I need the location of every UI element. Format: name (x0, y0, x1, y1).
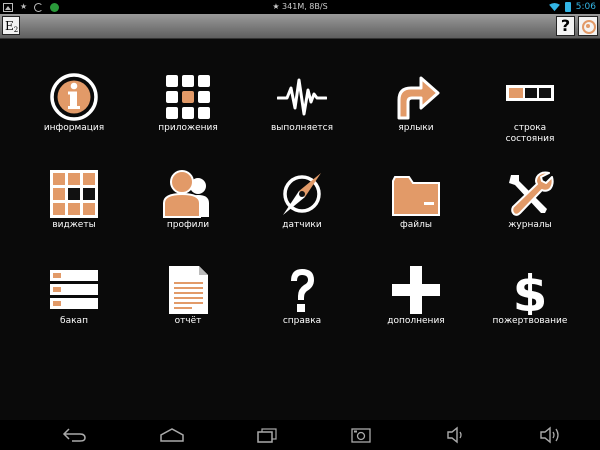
menu-item-running[interactable]: выполняется (245, 66, 359, 156)
main-menu-grid: информация приложения выполняется ярлыки (17, 66, 587, 346)
toolbar: E2 ? (0, 14, 600, 39)
menu-item-apps[interactable]: приложения (131, 66, 245, 156)
power-button[interactable] (578, 16, 598, 36)
menu-item-donate[interactable]: $ пожертвование (473, 259, 587, 349)
menu-label: выполняется (271, 123, 333, 133)
info-icon (50, 73, 98, 121)
menu-label: строка состояния (505, 123, 555, 144)
menu-item-logs[interactable]: журналы (473, 163, 587, 253)
clock: 5:06 (575, 2, 596, 12)
volume-down-button[interactable] (441, 426, 471, 444)
menu-label: бакап (60, 316, 88, 326)
menu-label: пожертвование (492, 316, 568, 326)
tools-icon (509, 171, 554, 216)
menu-item-backup[interactable]: бакап (17, 259, 131, 349)
report-icon (169, 266, 208, 314)
menu-item-files[interactable]: файлы (359, 163, 473, 253)
home-button[interactable] (157, 426, 187, 444)
back-button[interactable] (60, 426, 90, 444)
status-right: 5:06 (548, 1, 596, 13)
home-icon (160, 428, 184, 442)
profiles-icon (163, 170, 209, 218)
help-icon (291, 269, 314, 312)
dollar-icon: $ (513, 265, 548, 315)
menu-item-report[interactable]: отчёт (131, 259, 245, 349)
menu-item-help[interactable]: справка (245, 259, 359, 349)
menu-label: информация (43, 123, 105, 133)
menu-label: дополнения (387, 316, 445, 326)
folder-icon (392, 176, 440, 216)
menu-label: отчёт (174, 316, 202, 326)
volume-down-icon (447, 426, 462, 444)
battery-icon (564, 2, 571, 12)
menu-label: журналы (508, 220, 552, 230)
status-bar: ★ ★ 341M, 8B/S 5:06 (0, 0, 600, 14)
menu-item-sensors[interactable]: датчики (245, 163, 359, 253)
svg-text:$: $ (513, 265, 548, 315)
menu-item-status-bar[interactable]: строка состояния (473, 66, 587, 156)
recents-icon (257, 428, 277, 443)
plus-icon (392, 266, 440, 314)
back-icon (62, 428, 86, 442)
compass-icon (283, 173, 321, 215)
menu-label: профили (166, 220, 210, 230)
widgets-icon (50, 170, 98, 218)
menu-label: датчики (282, 220, 322, 230)
apps-grid-icon (166, 75, 210, 119)
status-bar-icon (506, 85, 554, 101)
wifi-icon (548, 2, 560, 11)
menu-item-addons[interactable]: дополнения (359, 259, 473, 349)
menu-label: справка (282, 316, 322, 326)
shortcut-arrow-icon (397, 76, 440, 120)
pulse-icon (277, 78, 327, 116)
power-icon-dot (586, 24, 590, 28)
screenshot-button[interactable] (346, 426, 376, 444)
menu-item-widgets[interactable]: виджеты (17, 163, 131, 253)
menu-item-profiles[interactable]: профили (131, 163, 245, 253)
backup-icon (50, 270, 98, 309)
volume-up-button[interactable] (535, 426, 565, 444)
network-speed: ★ 341M, 8B/S (272, 2, 328, 11)
help-button[interactable]: ? (556, 16, 575, 36)
volume-up-icon (540, 426, 559, 444)
screenshot-icon (351, 428, 371, 443)
nav-bar (0, 420, 600, 450)
menu-item-info[interactable]: информация (17, 66, 131, 156)
app-logo: E2 (2, 16, 20, 35)
recents-button[interactable] (252, 426, 282, 444)
menu-label: виджеты (52, 220, 96, 230)
menu-label: приложения (158, 123, 218, 133)
menu-label: ярлыки (398, 123, 434, 133)
menu-label: файлы (400, 220, 432, 230)
menu-item-shortcuts[interactable]: ярлыки (359, 66, 473, 156)
